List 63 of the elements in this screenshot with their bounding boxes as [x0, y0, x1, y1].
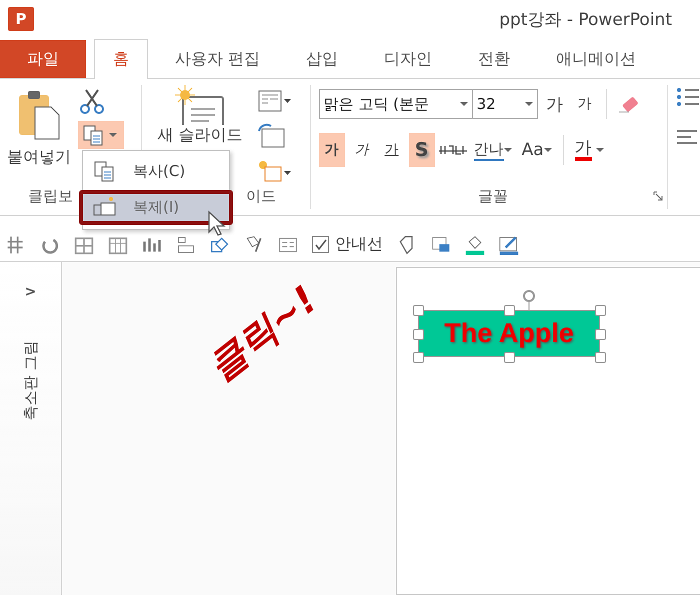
resize-handle[interactable]	[595, 305, 606, 316]
clipboard-icon[interactable]	[17, 89, 61, 141]
underline-button[interactable]: 가	[378, 133, 405, 167]
guides-checkbox[interactable]: 안내선	[312, 234, 383, 255]
ribbon-tab[interactable]: 홈	[94, 39, 148, 79]
resize-handle[interactable]	[504, 352, 515, 363]
resize-handle[interactable]	[595, 329, 606, 340]
dialog-launcher-icon[interactable]	[653, 191, 663, 201]
reset-icon[interactable]	[257, 123, 286, 149]
layout-icon[interactable]	[257, 89, 292, 113]
scissors-icon[interactable]	[78, 87, 106, 115]
shadow-button[interactable]: S	[408, 133, 435, 167]
section-icon[interactable]	[257, 159, 292, 183]
resize-handle[interactable]	[413, 305, 424, 316]
window-title: ppt강좌 - PowerPoint	[499, 8, 672, 30]
file-tab[interactable]: 파일	[0, 40, 86, 78]
thumbnails-label: 축소판 그림	[21, 340, 40, 420]
menu-item[interactable]: 복사(C)	[83, 155, 229, 188]
change-case-button[interactable]: Aa	[518, 133, 555, 167]
group-icon[interactable]	[176, 235, 196, 255]
app-logo: P	[8, 7, 34, 31]
shrink-font-button[interactable]: 가	[572, 87, 598, 121]
paste-button[interactable]: 붙여넣기	[7, 147, 71, 168]
ribbon-tab[interactable]: 디자인	[365, 40, 452, 78]
menu-item[interactable]: 복제(I)	[79, 190, 233, 225]
bullets-icon[interactable]	[676, 87, 700, 107]
caret-icon[interactable]	[504, 147, 512, 153]
expand-button[interactable]: >	[24, 284, 36, 300]
font-size-field[interactable]: 32	[472, 89, 538, 119]
table-icon[interactable]	[74, 235, 94, 255]
resize-handle[interactable]	[413, 352, 424, 363]
ribbon-tab[interactable]: 애니메이션	[537, 40, 656, 78]
bold-button[interactable]: 가	[318, 133, 345, 167]
caret-icon[interactable]	[544, 147, 552, 153]
ribbon-tab[interactable]: 사용자 편집	[156, 40, 280, 78]
italic-button[interactable]: 가	[348, 133, 375, 167]
character-spacing-button[interactable]: 간나	[470, 133, 515, 167]
duplicate-icon	[93, 196, 117, 218]
table-icon[interactable]	[108, 235, 128, 255]
pen-icon[interactable]	[499, 235, 519, 255]
caret-icon[interactable]	[109, 132, 117, 138]
grow-font-button[interactable]: 가	[542, 87, 568, 121]
group-label: 이드	[246, 187, 276, 207]
copy-button[interactable]	[78, 121, 124, 149]
caret-icon[interactable]	[596, 147, 604, 153]
fill-icon[interactable]	[465, 235, 485, 255]
ribbon-tab[interactable]: 삽입	[287, 40, 358, 78]
text-box-icon[interactable]	[278, 235, 298, 255]
ribbon-tab[interactable]: 전환	[459, 40, 530, 78]
caret-icon[interactable]	[460, 101, 468, 107]
group-label: 클립보	[28, 187, 74, 207]
resize-handle[interactable]	[504, 305, 515, 316]
font-name-field[interactable]: 맑은 고딕 (본문	[318, 89, 473, 119]
font-color-button[interactable]: 가	[572, 133, 608, 167]
group-label: 글꼴	[478, 187, 508, 207]
format-painter-icon[interactable]	[244, 235, 264, 255]
caret-icon[interactable]	[524, 101, 533, 107]
resize-handle[interactable]	[595, 352, 606, 363]
checkmark-icon	[314, 238, 326, 250]
shapes-icon[interactable]	[210, 235, 230, 255]
align-left-icon[interactable]	[676, 129, 698, 145]
resize-handle[interactable]	[413, 329, 424, 340]
rotate-handle[interactable]	[521, 289, 537, 311]
